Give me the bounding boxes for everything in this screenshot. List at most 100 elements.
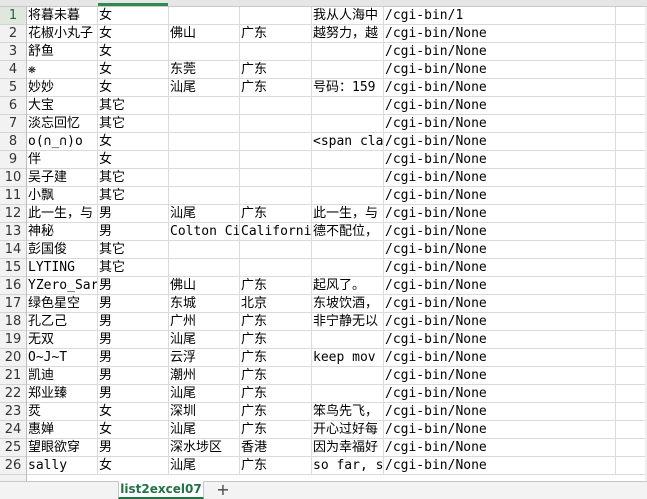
cell[interactable] [616,457,647,475]
cell[interactable]: /cgi-bin/None [384,97,616,115]
cell[interactable] [169,169,240,187]
cell[interactable]: /cgi-bin/None [384,241,616,259]
cell[interactable]: 男 [98,439,169,457]
cell[interactable] [616,241,647,259]
cell[interactable]: 我从人海中 [312,7,384,25]
cell[interactable] [616,295,647,313]
cell[interactable]: 孔乙己 [27,313,98,331]
cell[interactable] [240,97,312,115]
row-header[interactable]: 4 [0,61,26,79]
cell[interactable] [240,187,312,205]
cell[interactable]: 其它 [98,169,169,187]
cell[interactable] [169,43,240,61]
cell[interactable]: 广东 [240,277,312,295]
cell[interactable] [616,349,647,367]
cell[interactable] [240,115,312,133]
cell[interactable] [240,7,312,25]
cell[interactable] [169,97,240,115]
row-header[interactable]: 15 [0,259,26,277]
cell[interactable]: 小飘 [27,187,98,205]
cell[interactable]: 女 [98,79,169,97]
cell[interactable]: 其它 [98,97,169,115]
cell[interactable]: 广东 [240,367,312,385]
cell[interactable] [240,151,312,169]
cell[interactable]: 男 [98,385,169,403]
cell[interactable]: 因为幸福好 [312,439,384,457]
cell[interactable]: 深圳 [169,403,240,421]
row-header[interactable]: 18 [0,313,26,331]
cell[interactable] [616,7,647,25]
cell[interactable]: 男 [98,349,169,367]
row-header[interactable]: 23 [0,403,26,421]
cell[interactable]: 汕尾 [169,331,240,349]
row-header[interactable]: 19 [0,331,26,349]
cell[interactable]: 其它 [98,241,169,259]
cell[interactable]: 此一生，与 [312,205,384,223]
cell[interactable] [616,223,647,241]
cell[interactable]: 广东 [240,421,312,439]
cell[interactable]: /cgi-bin/None [384,25,616,43]
cell[interactable]: 广东 [240,205,312,223]
cell[interactable]: 绿色星空 [27,295,98,313]
cell[interactable] [169,133,240,151]
cell[interactable]: 云浮 [169,349,240,367]
cell[interactable]: 起风了。 [312,277,384,295]
row-header[interactable]: 9 [0,151,26,169]
cell[interactable] [616,259,647,277]
cell[interactable] [616,313,647,331]
cell[interactable]: 望眼欲穿 [27,439,98,457]
cell[interactable]: <span cla [312,133,384,151]
row-header[interactable]: 14 [0,241,26,259]
cell[interactable]: 汕尾 [169,421,240,439]
cell-grid[interactable]: 将暮未暮女我从人海中/cgi-bin/1 花椒小丸子女佛山 广东 越努力，越/cgi-… [27,7,647,481]
row-header[interactable]: 25 [0,439,26,457]
cell[interactable]: Colton Ci [169,223,240,241]
cell[interactable]: 烎 [27,403,98,421]
column-header-strip[interactable] [0,0,647,7]
cell[interactable]: /cgi-bin/None [384,331,616,349]
cell[interactable]: /cgi-bin/None [384,205,616,223]
cell[interactable]: Californi [240,223,312,241]
cell[interactable] [240,241,312,259]
cell[interactable]: 汕尾 [169,79,240,97]
cell[interactable] [312,97,384,115]
row-header[interactable]: 5 [0,79,26,97]
cell[interactable]: keep mov [312,349,384,367]
cell[interactable]: o(∩_∩)o [27,133,98,151]
cell[interactable]: 广东 [240,349,312,367]
cell[interactable]: 笨鸟先飞， [312,403,384,421]
cell[interactable]: 女 [98,421,169,439]
cell[interactable]: 号码：159 [312,79,384,97]
row-header[interactable]: 2 [0,25,26,43]
cell[interactable] [616,205,647,223]
cell[interactable]: 东坡饮酒， [312,295,384,313]
cell[interactable] [616,79,647,97]
cell[interactable]: 彭国俊 [27,241,98,259]
cell[interactable] [616,61,647,79]
cell[interactable]: 郑业臻 [27,385,98,403]
cell[interactable]: 越努力，越 [312,25,384,43]
row-header[interactable]: 17 [0,295,26,313]
cell[interactable]: /cgi-bin/None [384,385,616,403]
cell[interactable]: 将暮未暮 [27,7,98,25]
cell[interactable]: 淡忘回忆 [27,115,98,133]
cell[interactable] [312,259,384,277]
cell[interactable] [616,97,647,115]
row-header[interactable]: 3 [0,43,26,61]
cell[interactable]: /cgi-bin/None [384,349,616,367]
cell[interactable] [169,187,240,205]
add-sheet-icon[interactable]: + [213,482,233,499]
row-header[interactable]: 24 [0,421,26,439]
cell[interactable]: 佛山 [169,277,240,295]
cell[interactable] [312,151,384,169]
row-header[interactable]: 10 [0,169,26,187]
cell[interactable] [616,421,647,439]
cell[interactable] [312,43,384,61]
cell[interactable]: YZero_Sar [27,277,98,295]
cell[interactable] [240,259,312,277]
row-header[interactable]: 11 [0,187,26,205]
row-header[interactable]: 7 [0,115,26,133]
cell[interactable]: 神秘 [27,223,98,241]
cell[interactable]: 男 [98,331,169,349]
cell[interactable]: /cgi-bin/None [384,151,616,169]
